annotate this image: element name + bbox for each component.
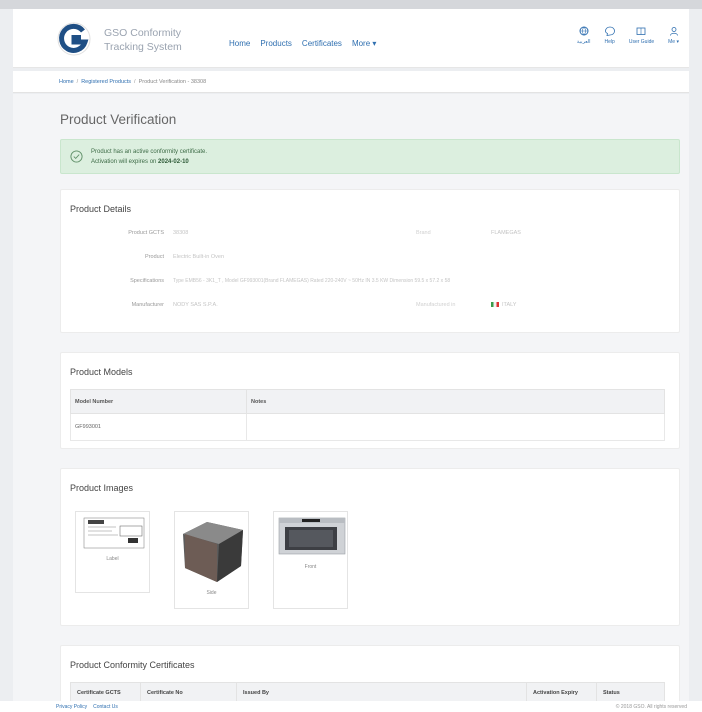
product-models-card: Product Models Model Number Notes GF9930… — [60, 352, 680, 449]
page-footer: Privacy Policy Contact Us © 2018 GSO. All… — [0, 701, 702, 712]
certificates-col-gcts: Certificate GCTS — [70, 682, 141, 701]
models-col-model-number: Model Number — [70, 389, 247, 414]
product-details-card: Product Details Product GCTS 38308 Brand… — [60, 189, 680, 333]
page-scrollbar[interactable] — [692, 9, 698, 699]
language-label: العربية — [576, 39, 591, 45]
product-images-card: Product Images Label Side Front — [60, 468, 680, 626]
breadcrumb-current: Product Verification - 38308 — [138, 79, 207, 85]
country-value: ITALY — [502, 302, 517, 308]
contact-us-link[interactable]: Contact Us — [93, 704, 118, 710]
model-number-cell: GF993001 — [70, 413, 247, 441]
privacy-policy-link[interactable]: Privacy Policy — [56, 704, 87, 710]
image-thumb-front[interactable]: Front — [273, 511, 348, 609]
image-thumb-side[interactable]: Side — [174, 511, 249, 609]
nav-certificates-link[interactable]: Certificates — [302, 39, 342, 48]
help-link[interactable]: Help — [605, 26, 615, 45]
gcts-value: 38308 — [173, 230, 189, 236]
italy-flag-icon — [491, 302, 499, 308]
breadcrumb-registered-products[interactable]: Registered Products — [81, 79, 131, 85]
alert-expiry-prefix: Activation will expires on — [91, 159, 157, 165]
models-col-notes: Notes — [246, 389, 665, 414]
manufacturer-label: Manufacturer — [131, 302, 164, 308]
models-table: Model Number Notes GF993001 — [70, 389, 665, 441]
specifications-label: Specifications — [130, 278, 164, 284]
breadcrumb: Home / Registered Products / Product Verific… — [13, 71, 689, 93]
alert-expiry-date: 2024-02-10 — [158, 159, 189, 165]
country-label: Manufactured in — [416, 302, 456, 308]
main-content: Product Verification Product has an acti… — [13, 94, 689, 701]
account-label: Me ▾ — [668, 39, 679, 45]
brand-line-2: Tracking System — [104, 41, 182, 53]
brand-line-1: GSO Conformity — [104, 27, 182, 39]
country-value-wrap: ITALY — [491, 302, 516, 308]
book-icon — [637, 27, 646, 35]
oven-side-image — [183, 522, 243, 582]
image-caption-label: Label — [106, 556, 119, 562]
page-title: Product Verification — [60, 112, 177, 127]
image-caption-front: Front — [304, 564, 317, 570]
certificates-col-activation-expiry: Activation Expiry — [526, 682, 597, 701]
product-label-image — [83, 517, 145, 549]
user-icon — [669, 27, 678, 36]
check-circle-icon — [70, 150, 83, 163]
certificates-col-status: Status — [596, 682, 665, 701]
help-label: Help — [604, 39, 615, 45]
product-details-title: Product Details — [70, 204, 132, 214]
oven-front-image — [278, 517, 346, 555]
nav-home-link[interactable]: Home — [229, 39, 250, 48]
user-guide-label: User Guide — [628, 39, 655, 45]
conformity-certificates-card: Product Conformity Certificates Certific… — [60, 645, 680, 701]
brand-label: Brand — [416, 230, 431, 236]
gso-logo-icon[interactable] — [57, 22, 91, 56]
certificate-status-alert: Product has an active conformity certifi… — [60, 139, 680, 174]
specifications-value: Type EMB56 - 3K1_T , Model GF993001(Bran… — [173, 278, 451, 284]
nav-utility-icons: العربية Help User Guide Me ▾ — [577, 26, 679, 45]
copyright-text: © 2018 GSO. All rights reserved — [615, 704, 687, 710]
main-nav: Home Products Certificates More ▾ — [229, 39, 376, 48]
image-thumb-label[interactable]: Label — [75, 511, 150, 593]
certificates-col-issued-by: Issued By — [236, 682, 527, 701]
browser-top-strip — [0, 0, 702, 9]
top-navbar: GSO Conformity Tracking System Home Prod… — [13, 9, 689, 68]
user-guide-link[interactable]: User Guide — [629, 26, 654, 45]
conformity-certificates-title: Product Conformity Certificates — [70, 660, 195, 670]
alert-expiry-text: Activation will expires on 2024-02-10 — [91, 159, 189, 165]
notes-cell — [246, 413, 665, 441]
brand-value: FLAMEGAS — [491, 230, 521, 236]
nav-products-link[interactable]: Products — [260, 39, 292, 48]
account-menu[interactable]: Me ▾ — [668, 26, 679, 45]
alert-message: Product has an active conformity certifi… — [91, 149, 208, 155]
nav-more-dropdown[interactable]: More ▾ — [352, 39, 376, 48]
image-caption-side: Side — [206, 590, 217, 596]
certificates-table: Certificate GCTS Certificate No Issued B… — [70, 682, 665, 701]
product-images-title: Product Images — [70, 483, 134, 493]
manufacturer-value: NODY SAS S.P.A. — [173, 302, 218, 308]
gcts-label: Product GCTS — [128, 230, 164, 236]
language-switch[interactable]: العربية — [577, 26, 591, 45]
help-icon — [604, 26, 615, 36]
product-models-title: Product Models — [70, 367, 133, 377]
breadcrumb-home[interactable]: Home — [59, 79, 74, 85]
certificates-col-number: Certificate No — [140, 682, 237, 701]
language-icon — [579, 26, 589, 36]
table-row: GF993001 — [70, 413, 665, 441]
product-label: Product — [145, 254, 164, 260]
brand-name[interactable]: GSO Conformity Tracking System — [104, 26, 182, 54]
product-value: Electric Built-in Oven — [173, 254, 225, 260]
